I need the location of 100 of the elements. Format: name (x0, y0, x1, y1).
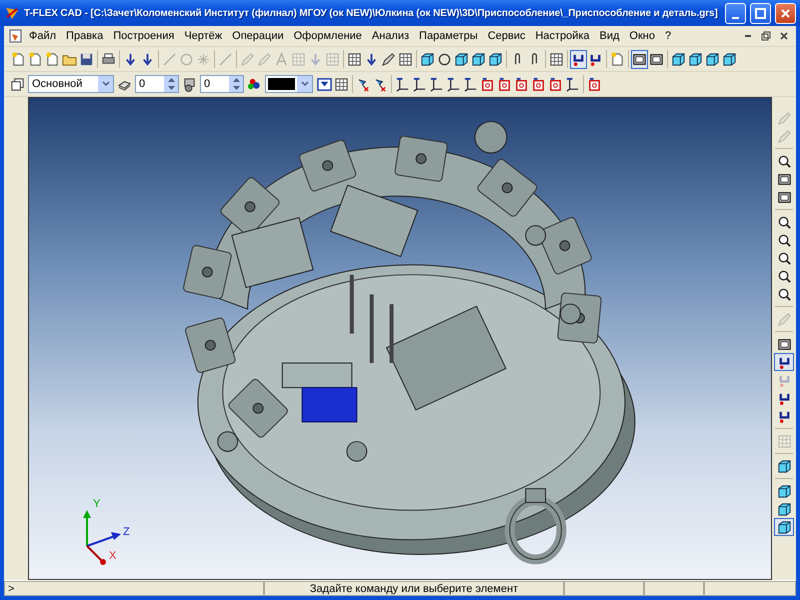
cube-icon (776, 484, 792, 498)
target-box-icon (531, 76, 546, 92)
frame-icon (649, 52, 664, 66)
line-icon (218, 52, 233, 66)
cube-icon (420, 52, 435, 66)
document-icon[interactable] (8, 28, 24, 44)
restore-icon (761, 31, 771, 41)
pencil-icon (776, 312, 792, 326)
grid-icon (549, 52, 564, 66)
pin-icon (356, 76, 371, 92)
cube-icon (705, 52, 720, 66)
menu-item[interactable]: Правка (61, 28, 108, 44)
layers-icon (10, 76, 25, 92)
cube-icon (722, 52, 737, 66)
spin-down-icon (232, 86, 240, 90)
maximize-button[interactable] (750, 2, 771, 24)
target-box-icon (514, 76, 529, 92)
status-message: Задайте команду или выберите элемент (264, 581, 564, 596)
menu-item[interactable]: Чертёж (179, 28, 228, 44)
cube-icon (776, 458, 792, 474)
menu-item[interactable]: Сервис (482, 28, 530, 44)
pencil-icon (776, 110, 792, 126)
menu-item[interactable]: Анализ (366, 28, 414, 44)
color-swatch (268, 78, 295, 90)
zoom-icon (776, 214, 792, 230)
pencil-icon (381, 52, 396, 66)
spin-down-icon (168, 86, 174, 90)
arrow-icon (364, 52, 379, 66)
pin-icon (373, 76, 388, 92)
menu-item[interactable]: Операции (227, 28, 289, 44)
zoom-icon (776, 250, 792, 266)
command-prompt: > (4, 581, 264, 596)
grid-icon (776, 434, 792, 448)
new-page-icon (28, 52, 43, 66)
close-icon (780, 8, 791, 18)
pencil-icon (776, 128, 792, 144)
toolbar-button[interactable] (774, 353, 794, 371)
menu-item[interactable]: Вид (594, 28, 624, 44)
arrow-icon (123, 52, 138, 66)
target-box-icon (548, 76, 563, 92)
axis-icon (395, 76, 410, 92)
color-dots-icon (247, 76, 262, 92)
window-title: T-FLEX CAD - [C:\Зачет\Коломенский Институт (филнал) МГОУ (ок NEW)\Юлкина (ок NEW)\3D\Приспособление\_Приспособление и деталь.grs] (24, 8, 719, 18)
pencil-icon (257, 52, 272, 66)
frame-icon (632, 52, 647, 66)
axis-icon (412, 76, 427, 92)
grid-icon (398, 52, 413, 66)
arrow-icon (308, 52, 323, 66)
app-logo-icon (4, 5, 20, 21)
priority-spin-field[interactable]: 0 (200, 75, 244, 93)
toolbar-button[interactable] (570, 50, 587, 68)
target-box-icon (480, 76, 495, 92)
grid-icon (334, 76, 349, 92)
minimize-button[interactable] (725, 2, 746, 24)
spin-up-icon (232, 78, 240, 82)
frame-icon (776, 190, 792, 204)
new-page-icon (610, 52, 625, 66)
close-button[interactable] (775, 2, 796, 24)
priority-icon (182, 76, 197, 92)
color-dropdown[interactable] (265, 75, 313, 93)
cube-icon (776, 502, 792, 516)
letter-icon (274, 52, 289, 66)
menu-item[interactable]: Построения (108, 28, 180, 44)
target-box-icon (497, 76, 512, 92)
zoom-icon (776, 232, 792, 248)
menu-item[interactable]: Параметры (414, 28, 483, 44)
toolbar-button[interactable] (631, 50, 648, 68)
menu-item[interactable]: Оформление (288, 28, 367, 44)
frame-icon (776, 172, 792, 186)
frame-icon (776, 336, 792, 352)
layer-dropdown[interactable]: Основной (28, 75, 114, 93)
printer-icon (101, 52, 116, 66)
line-icon (162, 52, 177, 66)
level-spin-field[interactable]: 0 (135, 75, 179, 93)
caret-icon (300, 81, 308, 87)
new-page-icon (45, 52, 60, 66)
menu-item[interactable]: Файл (24, 28, 62, 44)
minimize-icon (745, 35, 751, 37)
menu-item[interactable]: Настройка (530, 28, 595, 44)
axis-label: X (109, 550, 116, 562)
caret-icon (102, 81, 110, 87)
cube-icon (471, 52, 486, 66)
zoom-icon (776, 286, 792, 302)
menu-item[interactable]: ? (660, 28, 676, 44)
circle-icon (437, 52, 452, 66)
pencil-icon (240, 52, 255, 66)
axis-icon (429, 76, 444, 92)
axis-icon (463, 76, 478, 92)
axis-icon (565, 76, 580, 92)
circle-icon (179, 52, 194, 66)
close-icon (779, 31, 789, 41)
zoom-icon (776, 268, 792, 284)
toolbar-button[interactable] (774, 518, 794, 536)
axis-label: Z (123, 526, 130, 538)
cube-icon (671, 52, 686, 66)
filter-icon (317, 76, 332, 92)
grid-icon (347, 52, 362, 66)
menu-item[interactable]: Окно (624, 28, 660, 44)
target-box-icon (587, 76, 602, 92)
cube-icon (454, 52, 469, 66)
